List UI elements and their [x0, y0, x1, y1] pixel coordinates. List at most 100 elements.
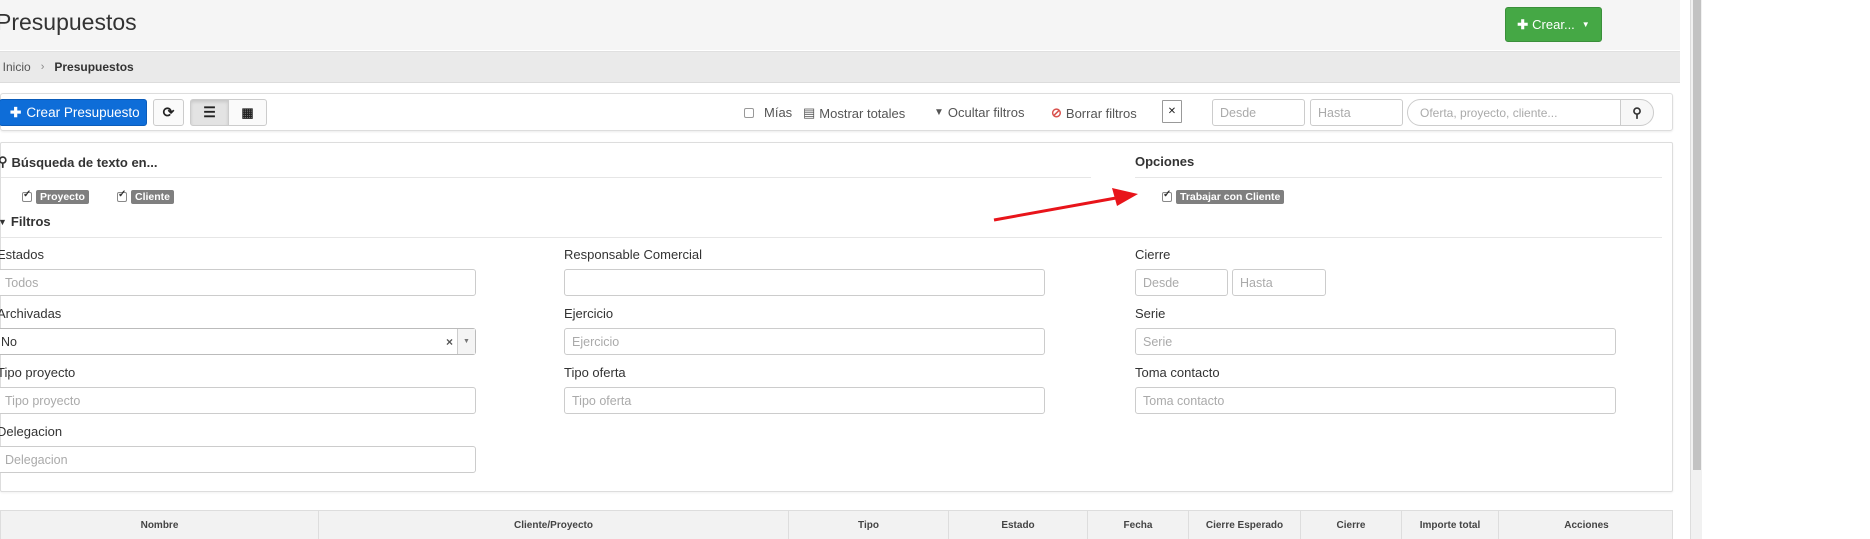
create-dropdown-button[interactable]: ✚ Crear... ▼ — [1505, 7, 1602, 42]
mias-checkbox[interactable] — [744, 107, 754, 118]
create-button-label: Crear... — [1532, 17, 1575, 32]
breadcrumb-current: Presupuestos — [54, 60, 134, 74]
column-header[interactable]: Cierre Esperado — [1189, 511, 1301, 539]
date-from-input[interactable]: Desde — [1212, 99, 1305, 126]
option-work-with-client[interactable]: Trabajar con Cliente — [1162, 189, 1285, 204]
chevron-down-icon[interactable]: ▼ — [457, 329, 475, 354]
serie-input[interactable]: Serie — [1135, 328, 1616, 355]
option-label: Trabajar con Cliente — [1176, 190, 1285, 204]
cierre-to-input[interactable]: Hasta — [1232, 269, 1326, 296]
clear-filters-label: Borrar filtros — [1065, 105, 1137, 121]
hide-filters-label: Ocultar filtros — [947, 105, 1025, 120]
excel-icon: ✕ — [1167, 106, 1177, 117]
show-totals-label: Mostrar totales — [819, 105, 906, 121]
divider — [1135, 177, 1662, 178]
search-icon: ⚲ — [1632, 104, 1642, 120]
cierre-label: Cierre — [1135, 247, 1171, 262]
search-input[interactable]: Oferta, proyecto, cliente... — [1407, 99, 1621, 126]
show-totals-link[interactable]: ▤ Mostrar totales — [803, 105, 905, 121]
caret-down-icon: ▼ — [1581, 20, 1590, 29]
page-header: Presupuestos ✚ Crear... ▼ — [0, 0, 1680, 50]
calculator-icon: ▤ — [803, 105, 816, 120]
clear-filters-link[interactable]: ⊘ Borrar filtros — [1051, 105, 1137, 121]
estados-label: Estados — [0, 247, 44, 262]
hide-filters-link[interactable]: ▼ Ocultar filtros — [934, 105, 1024, 120]
text-search-option-cliente[interactable]: Cliente — [117, 189, 175, 204]
divider — [1, 237, 1662, 238]
search-button[interactable]: ⚲ — [1620, 99, 1654, 126]
column-header[interactable]: Nombre — [1, 511, 319, 539]
annotation-arrow — [993, 188, 1138, 222]
search-icon: ⚲ — [0, 154, 8, 169]
serie-label: Serie — [1135, 306, 1166, 321]
cierre-from-input[interactable]: Desde — [1135, 269, 1228, 296]
scrollbar-thumb[interactable] — [1693, 0, 1701, 470]
app-window: Presupuestos ✚ Crear... ▼ › Inicio › Pre… — [0, 0, 1690, 539]
checkbox[interactable] — [22, 189, 32, 202]
responsable-label: Responsable Comercial — [564, 247, 703, 262]
tipo-proyecto-input[interactable]: Tipo proyecto — [0, 387, 476, 414]
vertical-scrollbar[interactable] — [1690, 0, 1702, 539]
refresh-button[interactable]: ⟳ — [153, 99, 184, 126]
column-header[interactable]: Cierre — [1301, 511, 1402, 539]
plus-icon: ✚ — [10, 104, 22, 120]
list-view-button[interactable]: ☰ — [190, 99, 229, 126]
text-search-option-proyecto[interactable]: Proyecto — [22, 189, 89, 204]
clear-icon[interactable]: × — [446, 335, 453, 349]
breadcrumb: › Inicio › Presupuestos — [0, 51, 1680, 83]
mias-label: Mías — [764, 105, 793, 120]
tipo-oferta-input[interactable]: Tipo oferta — [564, 387, 1045, 414]
table-header: Nombre Cliente/Proyecto Tipo Estado Fech… — [0, 510, 1673, 539]
create-budget-button[interactable]: ✚ Crear Presupuesto — [0, 99, 147, 126]
annotation-arrow-shaft — [993, 196, 1117, 222]
archivadas-select[interactable]: No × ▼ — [0, 328, 476, 355]
option-label: Proyecto — [36, 190, 89, 204]
filters-title: Filtros — [10, 214, 51, 229]
tipo-oferta-label: Tipo oferta — [564, 365, 626, 380]
estados-input[interactable]: Todos — [0, 269, 476, 296]
date-to-input[interactable]: Hasta — [1310, 99, 1403, 126]
responsable-input[interactable] — [564, 269, 1045, 296]
create-budget-label: Crear Presupuesto — [26, 105, 140, 120]
grid-view-button[interactable]: ▦ — [228, 99, 267, 126]
filter-icon: ▼ — [0, 216, 7, 227]
checkbox[interactable] — [117, 189, 127, 202]
tipo-proyecto-label: Tipo proyecto — [0, 365, 76, 380]
annotation-arrow-head — [1112, 188, 1138, 206]
filters-heading: ▼ Filtros — [0, 214, 51, 229]
checkbox[interactable] — [1162, 189, 1172, 202]
options-heading: Opciones — [1135, 154, 1195, 169]
mias-toggle[interactable]: Mías — [744, 105, 792, 120]
breadcrumb-home[interactable]: Inicio — [3, 60, 31, 74]
list-toolbar: ✚ Crear Presupuesto ⟳ ☰ ▦ Mías ▤ Mostrar… — [0, 93, 1673, 131]
filter-icon: ▼ — [934, 107, 944, 118]
archivadas-value: No — [1, 334, 17, 349]
divider — [1, 177, 1091, 178]
grid-icon: ▦ — [241, 104, 254, 120]
plus-icon: ✚ — [1517, 16, 1529, 32]
ejercicio-input[interactable]: Ejercicio — [564, 328, 1045, 355]
ejercicio-label: Ejercicio — [564, 306, 614, 321]
page-title: Presupuestos — [0, 9, 137, 35]
column-header[interactable]: Estado — [949, 511, 1088, 539]
column-header[interactable]: Tipo — [789, 511, 949, 539]
archivadas-label: Archivadas — [0, 306, 62, 321]
column-header[interactable]: Importe total — [1402, 511, 1499, 539]
excel-export-icon[interactable]: ✕ — [1162, 100, 1182, 123]
delegacion-input[interactable]: Delegacion — [0, 446, 476, 473]
toma-contacto-input[interactable]: Toma contacto — [1135, 387, 1616, 414]
column-header[interactable]: Cliente/Proyecto — [319, 511, 789, 539]
column-header[interactable]: Fecha — [1088, 511, 1189, 539]
refresh-icon: ⟳ — [162, 104, 175, 120]
text-search-title: Búsqueda de texto en... — [11, 154, 158, 170]
chevron-right-icon: › — [40, 61, 45, 73]
ban-icon: ⊘ — [1051, 105, 1062, 120]
text-search-heading: ⚲ Búsqueda de texto en... — [0, 154, 157, 170]
filter-panel: ⚲ Búsqueda de texto en... Proyecto Clien… — [0, 142, 1673, 492]
toma-contacto-label: Toma contacto — [1135, 365, 1220, 380]
delegacion-label: Delegacion — [0, 424, 63, 439]
option-label: Cliente — [131, 190, 175, 204]
column-header[interactable]: Acciones — [1499, 511, 1674, 539]
list-icon: ☰ — [203, 104, 216, 120]
search-group: Oferta, proyecto, cliente... ⚲ — [1407, 99, 1654, 126]
